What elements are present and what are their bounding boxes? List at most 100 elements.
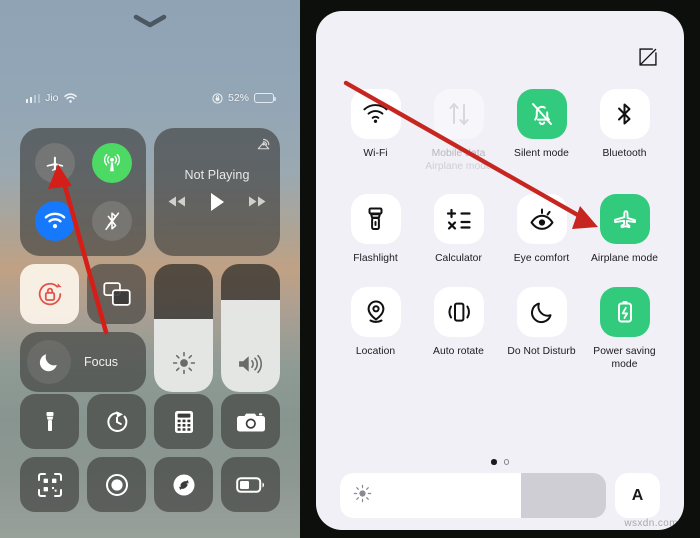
quick-tile-label: Auto rotate — [433, 346, 484, 357]
ios-status-bar: Jio 52% — [0, 90, 300, 106]
screen-mirroring-icon — [102, 282, 131, 306]
screen-record-button[interactable] — [87, 457, 146, 512]
brightness-icon — [353, 484, 372, 508]
ios-control-center: Jio 52% Not Playing Focus — [0, 0, 300, 538]
quick-tile-sublabel: Airplane mode — [425, 161, 492, 172]
timer-button[interactable] — [87, 394, 146, 449]
quick-tile-flashlight[interactable]: Flashlight — [334, 194, 417, 265]
quick-tile-label: Flashlight — [353, 253, 398, 264]
quick-tile-label: Airplane mode — [590, 253, 659, 264]
cellular-signal-icon — [26, 93, 41, 103]
bluetooth-off-icon — [104, 212, 119, 231]
quick-settings-grid: Wi-Fi Mobile data Airplane mode Silent mode… — [334, 89, 666, 371]
rewind-icon — [168, 196, 185, 207]
mobile-data-icon — [433, 89, 484, 139]
calculator-icon — [174, 410, 193, 433]
code-scanner-button[interactable] — [20, 457, 79, 512]
quick-tile-eye-comfort[interactable]: Eye comfort — [500, 194, 583, 265]
rotation-lock-icon — [38, 282, 62, 306]
quick-tile-power-saving-mode[interactable]: Power saving mode — [583, 287, 666, 371]
wifi-icon — [44, 212, 65, 229]
ios-bluetooth-toggle[interactable] — [91, 201, 132, 241]
media-player-tile[interactable]: Not Playing — [154, 128, 280, 256]
quick-tile-label: Wi-Fi — [363, 148, 388, 159]
wifi-icon — [63, 93, 77, 103]
brightness-row: A — [340, 473, 660, 518]
quick-tile-silent-mode[interactable]: Silent mode — [500, 89, 583, 172]
page-indicator — [316, 459, 684, 465]
quick-tile-airplane-mode[interactable]: Airplane mode — [583, 194, 666, 265]
watermark: wsxdn.com — [624, 518, 678, 529]
auto-rotate-icon — [433, 287, 484, 337]
brightness-icon — [172, 351, 196, 380]
quick-tile-auto-rotate[interactable]: Auto rotate — [417, 287, 500, 371]
edit-button[interactable] — [639, 48, 657, 71]
camera-icon — [236, 412, 265, 431]
timer-icon — [106, 410, 127, 432]
camera-button[interactable] — [221, 394, 280, 449]
battery-saver-icon — [599, 287, 650, 337]
bell-muted-icon — [516, 89, 567, 139]
quick-tile-wi-fi[interactable]: Wi-Fi — [334, 89, 417, 172]
play-button[interactable] — [209, 192, 225, 217]
quick-tile-label: Silent mode — [514, 148, 569, 159]
screenshot-root: Jio 52% Not Playing Focus Wi-Fi Mobile d… — [0, 0, 700, 538]
shazam-button[interactable] — [154, 457, 213, 512]
battery-percent-label: 52% — [227, 92, 249, 104]
focus-label: Focus — [84, 355, 119, 369]
focus-tile[interactable]: Focus — [20, 332, 146, 392]
record-icon — [105, 473, 128, 496]
control-center-grabber[interactable] — [0, 14, 300, 28]
location-pin-icon — [350, 287, 401, 337]
quick-tile-do-not-disturb[interactable]: Do Not Disturb — [500, 287, 583, 371]
page-dot-inactive[interactable] — [503, 459, 509, 465]
quick-settings-panel: Wi-Fi Mobile data Airplane mode Silent mode… — [316, 11, 684, 530]
flashlight-icon — [350, 194, 401, 244]
rotation-lock-toggle[interactable] — [20, 264, 79, 324]
wifi-icon — [350, 89, 401, 139]
ios-cellular-data-toggle[interactable] — [91, 143, 132, 183]
quick-tile-label: Eye comfort — [513, 253, 570, 264]
quick-tile-bluetooth[interactable]: Bluetooth — [583, 89, 666, 172]
qr-scanner-icon — [37, 472, 62, 497]
fast-forward-icon — [249, 196, 266, 207]
ios-airplane-mode-toggle[interactable] — [34, 143, 75, 183]
low-power-mode-button[interactable] — [221, 457, 280, 512]
play-icon — [211, 192, 224, 211]
battery-icon — [254, 93, 276, 103]
calculator-button[interactable] — [154, 394, 213, 449]
quick-tile-label: Power saving mode — [593, 346, 656, 370]
quick-tile-label: Location — [355, 346, 396, 357]
android-control-center: Wi-Fi Mobile data Airplane mode Silent mode… — [300, 0, 700, 538]
moon-icon — [27, 340, 71, 384]
moon-icon — [516, 287, 567, 337]
eye-comfort-icon — [516, 194, 567, 244]
volume-icon — [237, 353, 265, 380]
quick-tile-calculator[interactable]: Calculator — [417, 194, 500, 265]
volume-slider[interactable] — [221, 264, 280, 392]
connectivity-tile[interactable] — [20, 128, 146, 256]
calculator-icon — [433, 194, 484, 244]
page-dot-active[interactable] — [491, 459, 497, 465]
battery-low-power-icon — [235, 476, 264, 493]
quick-tile-label: Bluetooth — [602, 148, 647, 159]
airplane-icon — [599, 194, 650, 244]
rewind-button[interactable] — [167, 195, 187, 213]
flashlight-button[interactable] — [20, 394, 79, 449]
auto-brightness-button[interactable]: A — [615, 473, 660, 518]
fast-forward-button[interactable] — [247, 195, 267, 213]
brightness-slider[interactable] — [154, 264, 213, 392]
chevron-down-icon — [133, 14, 167, 28]
quick-tile-label: Calculator — [435, 253, 482, 264]
airplay-icon[interactable] — [256, 136, 271, 156]
quick-tile-location[interactable]: Location — [334, 287, 417, 371]
quick-tile-mobile-data[interactable]: Mobile data Airplane mode — [417, 89, 500, 172]
bluetooth-icon — [599, 89, 650, 139]
brightness-slider[interactable] — [340, 473, 606, 518]
rotation-lock-status-icon — [212, 92, 223, 104]
screen-mirroring-toggle[interactable] — [87, 264, 146, 324]
ios-shortcut-grid — [20, 394, 280, 512]
ios-wifi-toggle[interactable] — [34, 201, 75, 241]
flashlight-icon — [46, 411, 53, 431]
shazam-icon — [173, 474, 194, 495]
